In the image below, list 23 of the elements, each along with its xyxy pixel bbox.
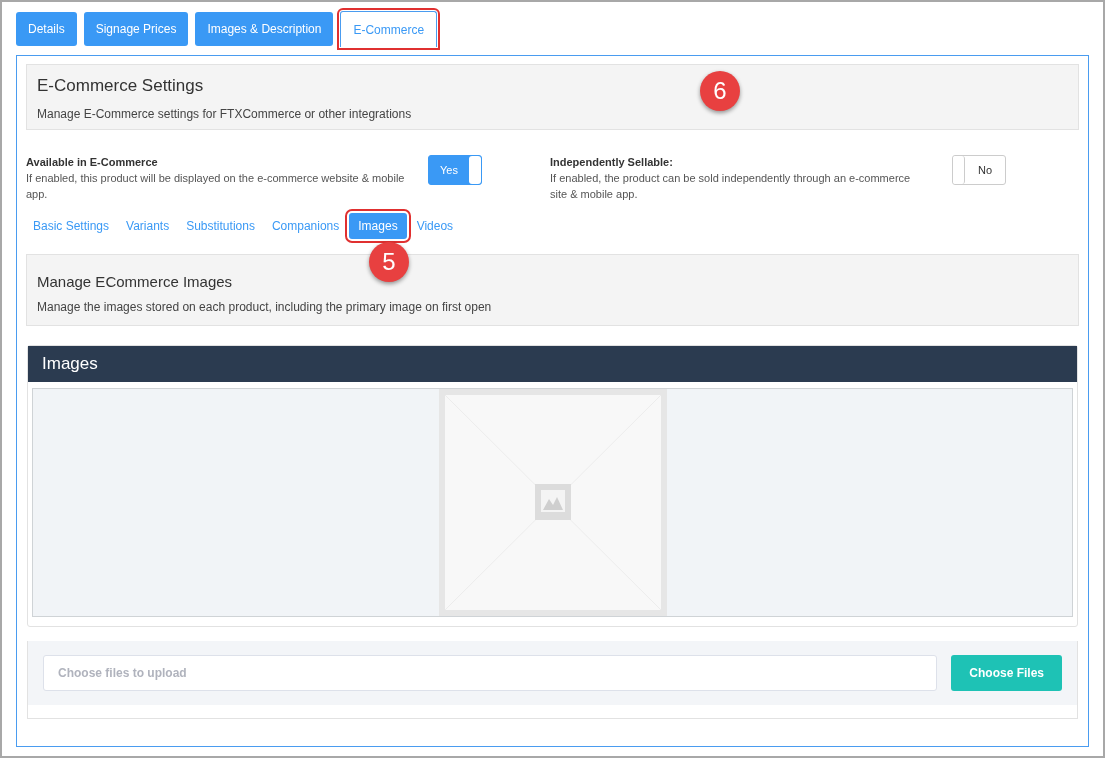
toggle-switch[interactable]: No [952,155,1006,185]
section-description: Manage the images stored on each product, including the primary image on first open [37,298,493,316]
setting-description: If enabled, this product will be displayed on the e-commerce website & mobile app. [26,171,406,202]
tab[interactable]: E-Commerce [340,11,438,47]
file-input[interactable]: Choose files to upload [43,655,938,691]
setting-label: Available in E-Commerce [26,155,159,170]
sub-tab[interactable]: Companions [264,213,347,239]
sub-tab[interactable]: Basic Settings [26,213,117,239]
toggle-switch[interactable]: Yes [428,155,482,185]
sub-tab[interactable]: Variants [119,213,177,239]
tab[interactable]: Details [16,12,77,46]
choose-files-button[interactable]: Choose Files [951,655,1062,691]
panel-header: Images [28,346,1077,382]
tab[interactable]: Images & Description [195,12,334,46]
setting-label: Independently Sellable: [550,155,674,170]
sub-tab[interactable]: Substitutions [179,213,262,239]
callout-badge: 6 [700,71,740,111]
tab[interactable]: Signage Prices [83,12,189,46]
setting-description: If enabled, the product can be sold independently through an e-commerce site & mobile app. [550,171,912,202]
section-title: E-Commerce Settings [37,75,204,97]
sub-tab[interactable]: Videos [409,213,461,239]
section-title: Manage ECommerce Images [37,272,234,292]
section-description: Manage E-Commerce settings for FTXCommerce or other integrations [37,105,413,123]
